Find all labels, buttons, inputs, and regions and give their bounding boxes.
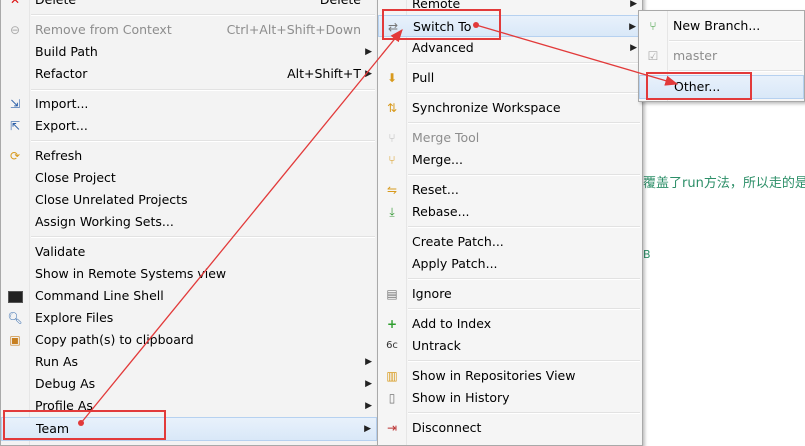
annotation-arrows bbox=[78, 22, 679, 426]
annotation-arrow-switch-to-other bbox=[473, 22, 679, 86]
annotation-arrow-team-to-switch bbox=[78, 28, 403, 426]
